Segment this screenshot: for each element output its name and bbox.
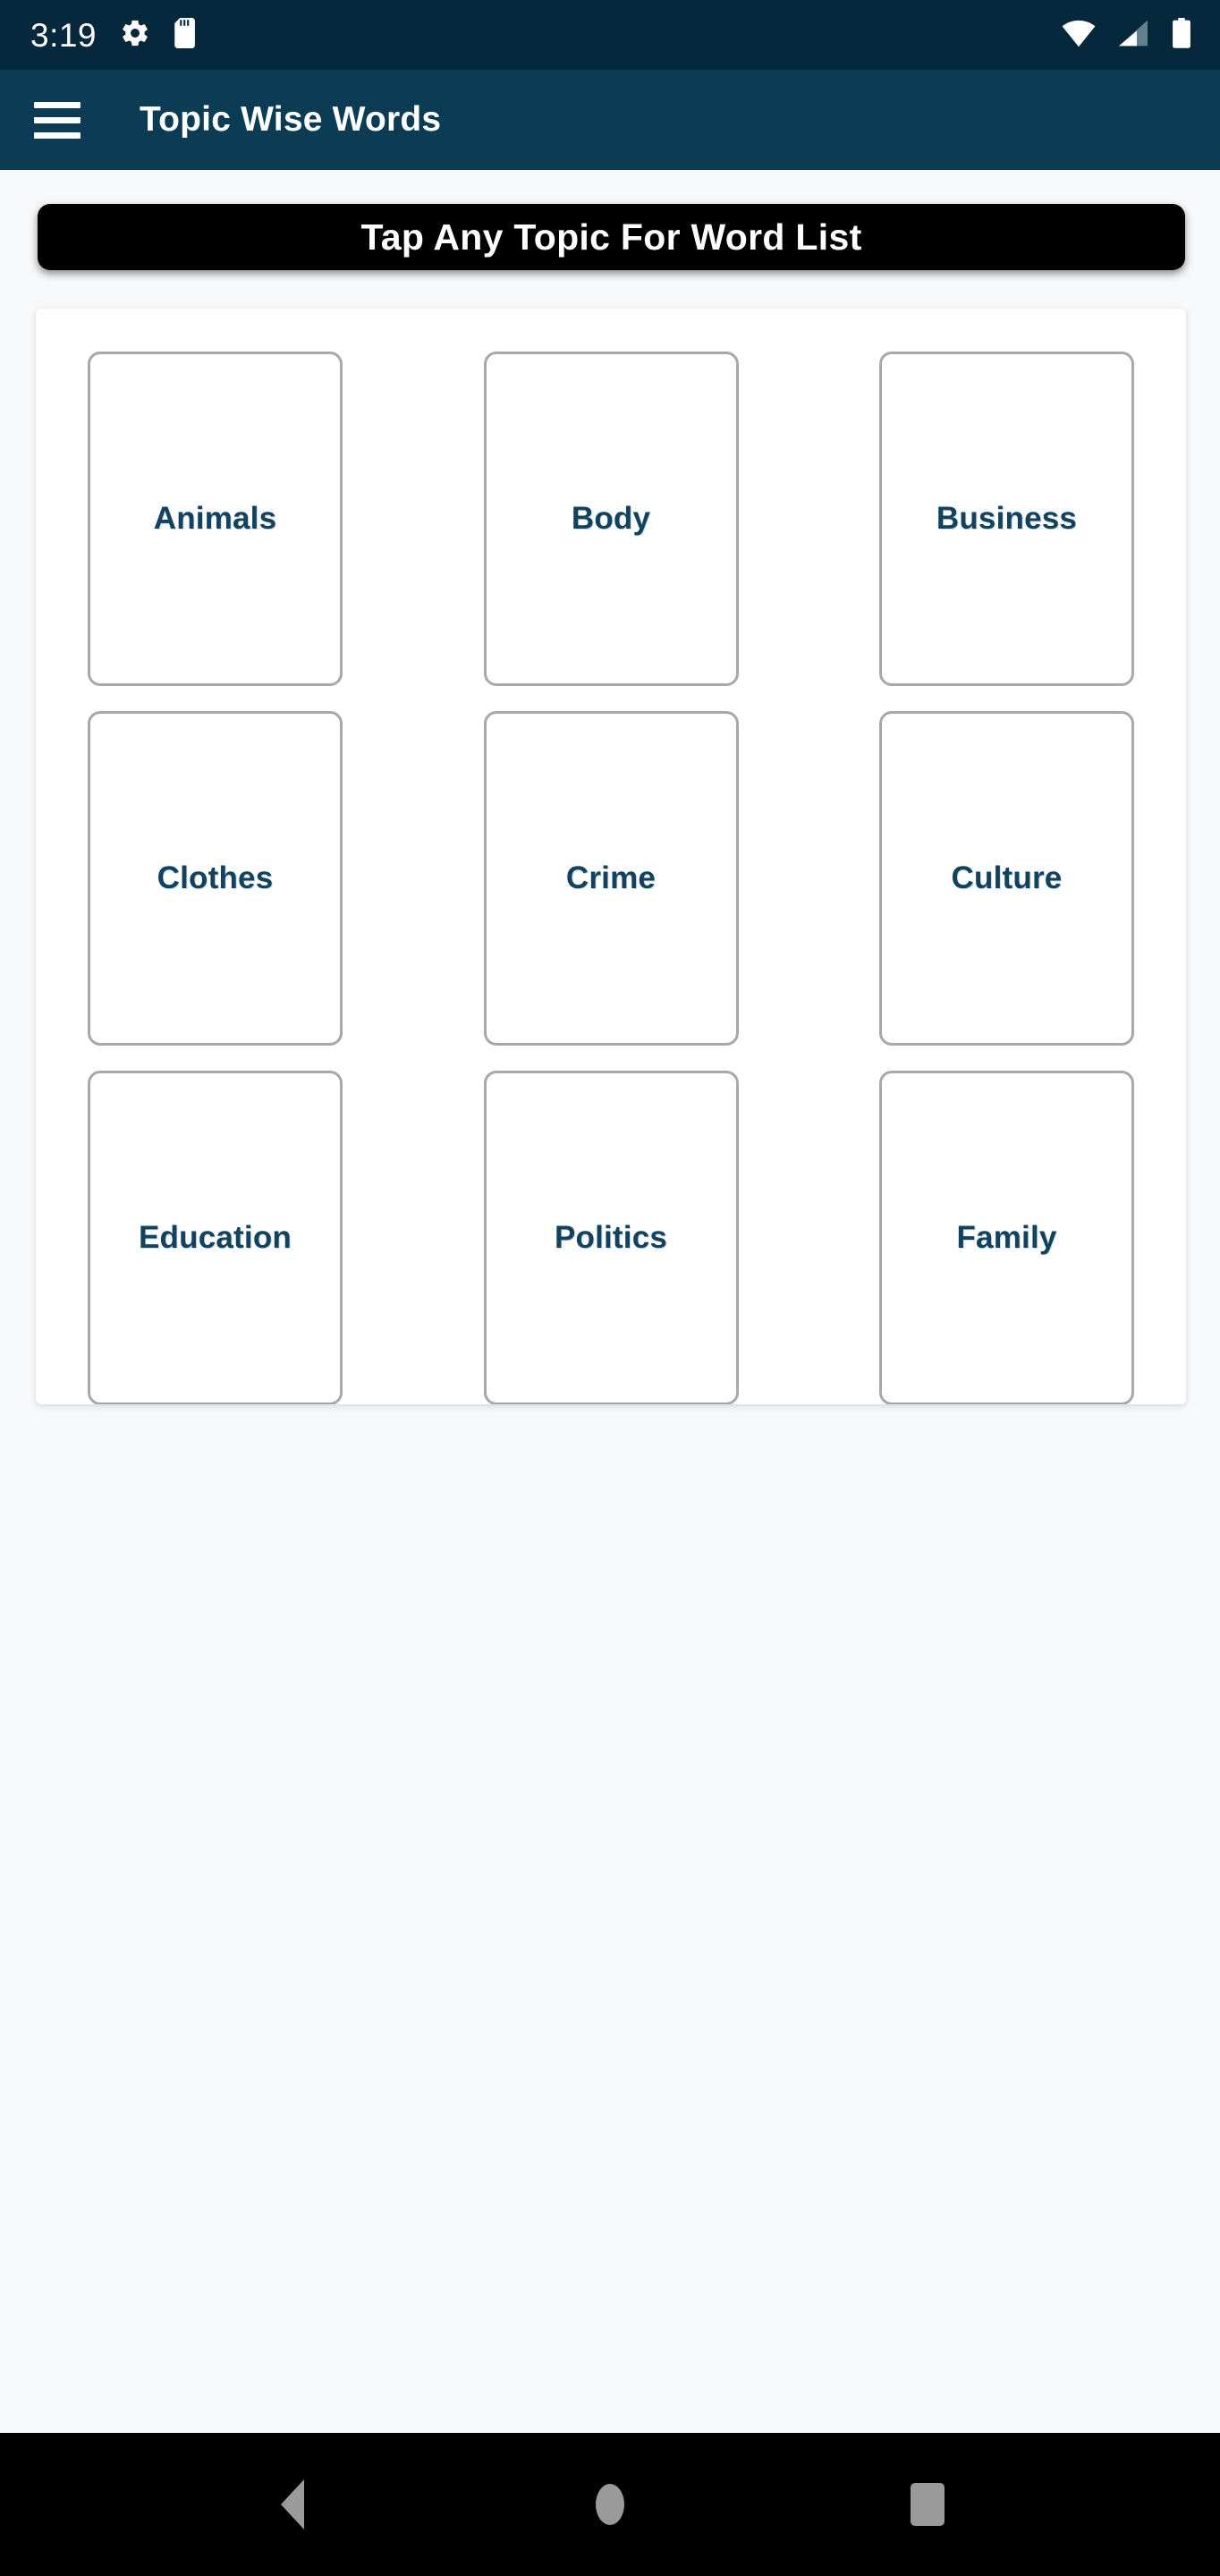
home-button[interactable] — [561, 2455, 659, 2554]
square-recents-icon — [910, 2483, 945, 2526]
recents-button[interactable] — [878, 2455, 977, 2554]
android-nav-bar — [0, 2433, 1220, 2576]
hamburger-bar-2 — [34, 116, 80, 123]
topic-card-animals[interactable]: Animals — [88, 352, 343, 686]
hamburger-bar-1 — [34, 101, 80, 108]
topic-card-label: Business — [936, 500, 1078, 536]
app-bar: Topic Wise Words — [0, 70, 1220, 170]
instruction-banner: Tap Any Topic For Word List — [38, 204, 1185, 270]
topic-card-label: Politics — [554, 1219, 668, 1255]
topic-card-label: Family — [956, 1219, 1057, 1255]
topic-grid: Animals Body Business Clothes Crime Cult… — [36, 309, 1186, 1404]
status-clock: 3:19 — [30, 16, 97, 54]
topic-card-education[interactable]: Education — [88, 1071, 343, 1404]
app-title: Topic Wise Words — [140, 100, 442, 139]
topic-panel: Animals Body Business Clothes Crime Cult… — [36, 309, 1186, 1404]
battery-icon — [1170, 17, 1193, 53]
topic-card-label: Culture — [951, 860, 1063, 895]
topic-card-culture[interactable]: Culture — [879, 711, 1134, 1046]
instruction-banner-text: Tap Any Topic For Word List — [360, 216, 862, 258]
cellular-signal-icon — [1116, 19, 1150, 52]
topic-card-label: Body — [571, 500, 651, 536]
topic-card-label: Crime — [565, 860, 657, 895]
hamburger-bar-3 — [34, 131, 80, 139]
topic-card-label: Clothes — [157, 860, 274, 895]
gear-icon — [120, 18, 150, 53]
topic-card-body[interactable]: Body — [483, 352, 739, 686]
status-bar-right-group — [1061, 17, 1193, 53]
topic-card-label: Education — [139, 1219, 292, 1255]
sd-card-icon — [174, 17, 199, 53]
back-button[interactable] — [243, 2455, 342, 2554]
topic-card-label: Animals — [153, 500, 277, 536]
circle-home-icon — [595, 2484, 624, 2525]
content-area: Tap Any Topic For Word List Animals Body… — [0, 170, 1220, 2433]
topic-card-family[interactable]: Family — [879, 1071, 1134, 1404]
triangle-back-icon — [281, 2479, 305, 2529]
topic-card-clothes[interactable]: Clothes — [88, 711, 343, 1046]
status-bar: 3:19 — [0, 0, 1220, 70]
phone-screen: 3:19 Topic Wise Words Tap Any Topic For … — [0, 0, 1220, 2576]
wifi-icon — [1061, 19, 1097, 52]
topic-card-politics[interactable]: Politics — [483, 1071, 739, 1404]
topic-card-business[interactable]: Business — [879, 352, 1134, 686]
hamburger-menu-icon[interactable] — [30, 93, 84, 147]
topic-card-crime[interactable]: Crime — [483, 711, 739, 1046]
status-bar-left-group: 3:19 — [30, 16, 199, 54]
